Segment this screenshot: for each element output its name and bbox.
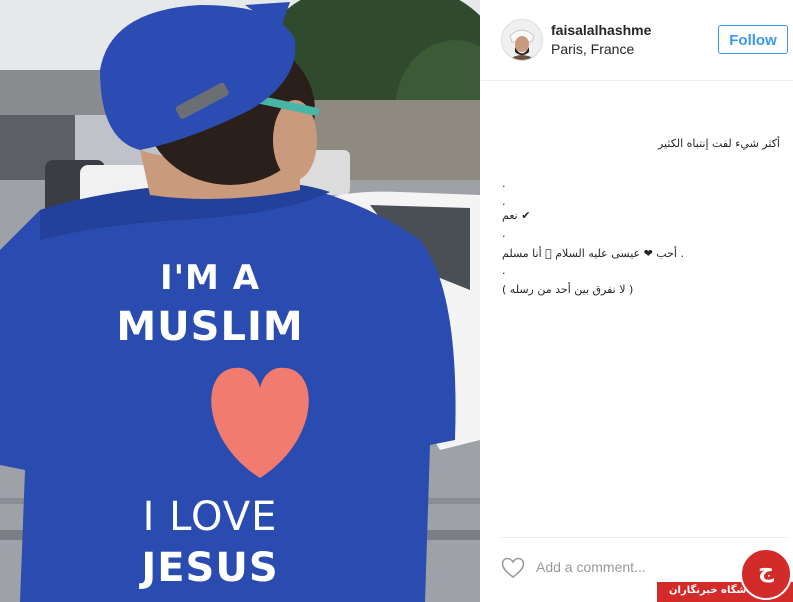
user-avatar[interactable] xyxy=(501,19,543,61)
shirt-text-line1: I'M A xyxy=(159,258,261,298)
caption-line: . xyxy=(502,227,506,240)
caption-line: . xyxy=(502,177,506,190)
caption-line: ( لا نفرق بين أحد من رسله ) xyxy=(502,283,634,296)
caption-line: . xyxy=(502,264,506,277)
caption-line: . xyxy=(502,195,506,208)
shirt-text-line3: I LOVE xyxy=(142,494,278,540)
follow-button[interactable]: Follow xyxy=(718,25,788,54)
post-username[interactable]: faisalalhashme xyxy=(551,22,651,38)
watermark-logo-letter: ج xyxy=(758,558,774,583)
post-side-panel: faisalalhashme Paris, France Follow أكثر… xyxy=(480,0,793,602)
avatar-icon xyxy=(502,20,542,60)
heart-outline-icon[interactable] xyxy=(501,557,525,579)
caption-line: نعم ✔ xyxy=(502,209,531,222)
caption-line: أحب ❤ عيسى عليه السلام 🏻 أنا مسلم . xyxy=(502,247,684,260)
watermark-logo-icon: ج xyxy=(740,548,792,600)
post-location[interactable]: Paris, France xyxy=(551,41,634,57)
watermark-text: باشگاه خبرنگاران xyxy=(669,585,754,596)
like-icon xyxy=(501,557,525,578)
footer-divider xyxy=(500,537,788,538)
comment-input[interactable]: Add a comment... xyxy=(536,559,646,575)
shirt-text-line4: JESUS xyxy=(141,545,279,591)
post-header: faisalalhashme Paris, France Follow xyxy=(480,0,793,81)
post-photo[interactable]: I'M A MUSLIM I LOVE JESUS xyxy=(0,0,480,602)
caption-line: أكثر شيء لفت إنتباه الكثير xyxy=(657,137,780,150)
shirt-text-line2: MUSLIM xyxy=(116,304,304,350)
